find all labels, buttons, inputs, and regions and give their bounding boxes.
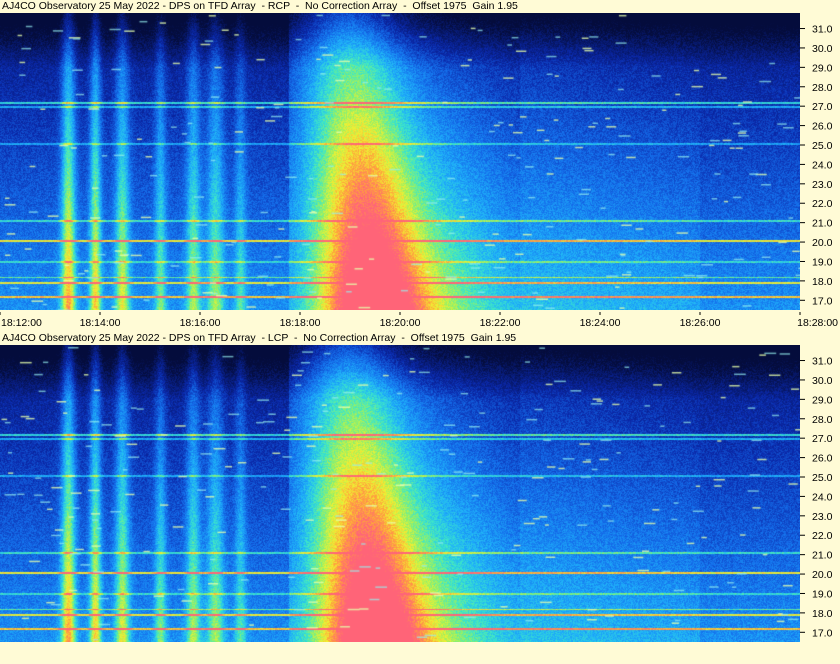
chart-title-lcp: AJ4CO Observatory 25 May 2022 - DPS on T…	[2, 332, 517, 344]
y-tick-label: 26.0	[812, 453, 833, 465]
spectrogram-panel-lcp: AJ4CO Observatory 25 May 2022 - DPS on T…	[0, 332, 840, 644]
y-tick-label: 18.0	[812, 276, 833, 288]
y-tick-label: 17.0	[812, 627, 833, 639]
chart-title-rcp: AJ4CO Observatory 25 May 2022 - DPS on T…	[2, 0, 518, 12]
y-tick-label: 20.0	[812, 237, 833, 249]
y-tick-label: 24.0	[812, 159, 833, 171]
x-tick-label: 18:22:00	[480, 317, 521, 328]
x-tick-label: 18:28:00	[797, 317, 838, 328]
y-tick-label: 21.0	[812, 218, 833, 230]
y-tick-label: 27.0	[812, 433, 833, 445]
frequency-axis-lcp: 31.0 30.0 29.0 28.0 27.0 26.0 25.0 24.0 23.0 22.0…	[800, 345, 840, 642]
y-tick-label: 23.0	[812, 511, 833, 523]
y-tick-label: 29.0	[812, 394, 833, 406]
y-tick-label: 25.0	[812, 472, 833, 484]
x-tick-label: 18:20:00	[380, 317, 421, 328]
y-tick-label: 17.0	[812, 295, 833, 307]
spectrogram-panel-rcp: AJ4CO Observatory 25 May 2022 - DPS on T…	[0, 0, 840, 312]
y-tick-label: 24.0	[812, 491, 833, 503]
y-tick-label: 22.0	[812, 198, 833, 210]
y-tick-label: 19.0	[812, 588, 833, 600]
spectrogram-lcp	[0, 345, 800, 642]
x-tick-label: 18:18:00	[280, 317, 321, 328]
frequency-axis-rcp: 31.0 30.0 29.0 28.0 27.0 26.0 25.0 24.0 23.0 22.0…	[800, 13, 840, 310]
y-tick-label: 18.0	[812, 608, 833, 620]
y-tick-label: 26.0	[812, 121, 833, 133]
x-tick-label: 18:12:00	[1, 317, 42, 328]
y-tick-label: 22.0	[812, 530, 833, 542]
x-tick-label: 18:26:00	[680, 317, 721, 328]
y-tick-label: 25.0	[812, 140, 833, 152]
x-tick-label: 18:14:00	[80, 317, 121, 328]
y-tick-label: 19.0	[812, 256, 833, 268]
y-tick-label: 20.0	[812, 569, 833, 581]
spectrogram-rcp	[0, 13, 800, 310]
y-tick-label: 28.0	[812, 414, 833, 426]
y-tick-label: 27.0	[812, 101, 833, 113]
y-tick-label: 28.0	[812, 82, 833, 94]
y-tick-label: 23.0	[812, 179, 833, 191]
y-tick-label: 29.0	[812, 62, 833, 74]
y-tick-label: 21.0	[812, 550, 833, 562]
y-tick-label: 30.0	[812, 43, 833, 55]
y-tick-label: 31.0	[812, 356, 833, 368]
x-tick-label: 18:16:00	[180, 317, 221, 328]
x-tick-label: 18:24:00	[580, 317, 621, 328]
y-tick-label: 30.0	[812, 375, 833, 387]
time-axis-rcp: 18:12:00 18:14:00 18:16:00 18:18:00 18:20:00…	[0, 312, 840, 328]
y-tick-label: 31.0	[812, 24, 833, 36]
